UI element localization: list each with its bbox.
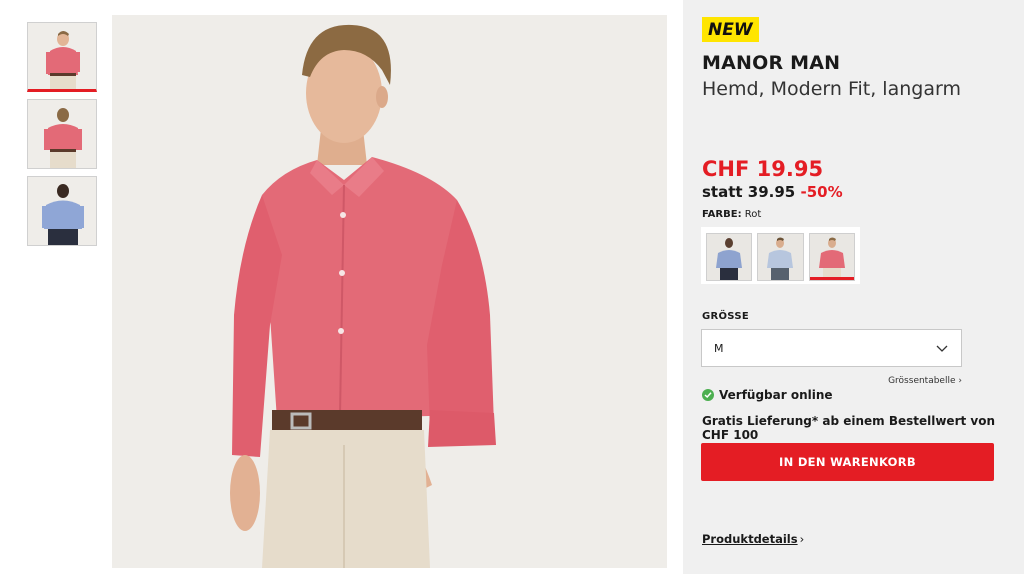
- swatch-red-image: [809, 234, 854, 280]
- swatch-red[interactable]: [808, 233, 855, 281]
- product-info-panel: NEW MANOR MAN Hemd, Modern Fit, langarm …: [683, 0, 1024, 574]
- old-price: statt 39.95: [702, 183, 796, 201]
- swatch-light-blue-image: [758, 234, 803, 280]
- size-chart-link[interactable]: Grössentabelle ›: [888, 376, 962, 386]
- model-back-red-image: [28, 100, 96, 168]
- brand-name: MANOR MAN: [702, 52, 841, 74]
- color-label: FARBE: Rot: [702, 209, 761, 220]
- size-chart-link-label: Grössentabelle: [888, 376, 956, 386]
- color-swatches: [701, 227, 860, 284]
- swatch-light-blue[interactable]: [757, 233, 804, 281]
- swatch-blue-dark-image: [707, 234, 752, 280]
- main-product-image[interactable]: [112, 15, 667, 568]
- availability-text: Verfügbar online: [719, 388, 833, 402]
- current-price: CHF 19.95: [702, 157, 824, 181]
- availability-status: Verfügbar online: [702, 388, 833, 402]
- chevron-right-icon: ›: [958, 376, 962, 386]
- product-details-label: Produktdetails: [702, 532, 798, 546]
- thumb-back-blue[interactable]: [27, 176, 97, 246]
- color-value: Rot: [744, 209, 762, 220]
- model-back-blue-image: [28, 177, 96, 245]
- thumbnail-list: [27, 22, 97, 253]
- old-price-line: statt 39.95 -50%: [702, 183, 843, 201]
- check-circle-icon: [702, 389, 714, 401]
- product-details-link[interactable]: Produktdetails ›: [702, 532, 804, 546]
- size-selected-value: M: [714, 341, 724, 355]
- discount-badge: -50%: [800, 183, 843, 201]
- model-wearing-red-shirt-image: [112, 15, 667, 568]
- size-select[interactable]: M: [701, 329, 962, 367]
- size-label: GRÖSSE: [702, 311, 749, 322]
- add-to-cart-button[interactable]: IN DEN WARENKORB: [701, 443, 994, 481]
- model-front-red-image: [28, 23, 96, 89]
- new-badge: NEW: [702, 17, 759, 42]
- chevron-right-icon: ›: [799, 532, 805, 546]
- thumb-front-red[interactable]: [27, 22, 97, 92]
- chevron-down-icon: [936, 345, 948, 352]
- thumb-back-red[interactable]: [27, 99, 97, 169]
- product-title: Hemd, Modern Fit, langarm: [702, 78, 961, 100]
- swatch-blue-dark[interactable]: [706, 233, 753, 281]
- color-label-title: FARBE:: [702, 209, 742, 220]
- delivery-info: Gratis Lieferung* ab einem Bestellwert v…: [702, 414, 996, 442]
